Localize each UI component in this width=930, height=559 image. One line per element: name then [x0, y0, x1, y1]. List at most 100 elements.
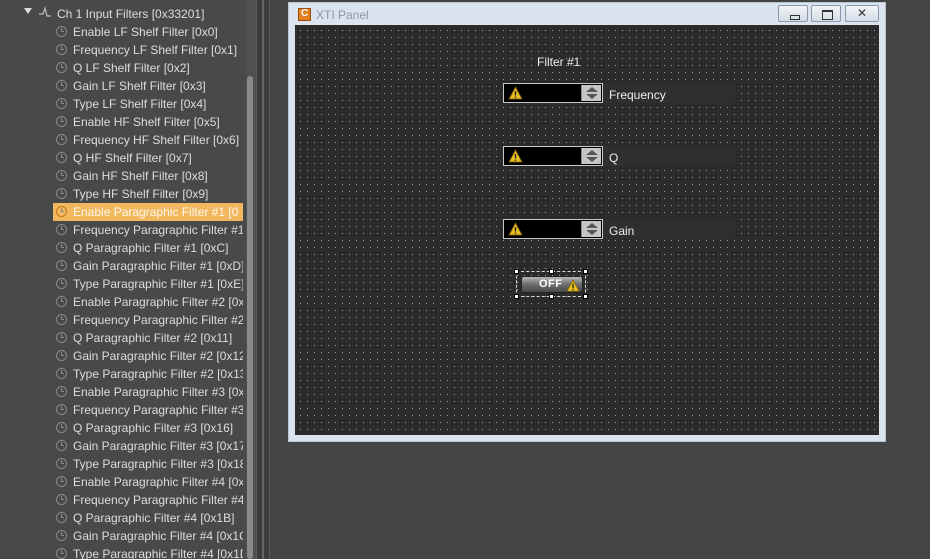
tree-item-label: Enable Paragraphic Filter #1 [0: [73, 205, 239, 219]
gauge-icon: [56, 188, 67, 199]
tree-item[interactable]: Enable Paragraphic Filter #4 [0x: [53, 473, 243, 491]
tree-scrollbar-thumb[interactable]: [247, 76, 253, 559]
tree-item[interactable]: Q Paragraphic Filter #2 [0x11]: [53, 329, 243, 347]
gauge-icon: [56, 476, 67, 487]
tree-item[interactable]: Q Paragraphic Filter #3 [0x16]: [53, 419, 243, 437]
q-spin-buttons[interactable]: [581, 148, 601, 164]
tree-item-label: Gain Paragraphic Filter #4 [0x1C: [73, 529, 243, 543]
tree-item[interactable]: Type Paragraphic Filter #1 [0xE]: [53, 275, 243, 293]
tree-item-label: Q LF Shelf Filter [0x2]: [73, 61, 190, 75]
gauge-icon: [56, 170, 67, 181]
tree-item-label: Gain Paragraphic Filter #1 [0xD]: [73, 259, 243, 273]
caret-down-icon[interactable]: [24, 8, 32, 14]
tree-item-label: Frequency Paragraphic Filter #1: [73, 223, 243, 237]
tree-item[interactable]: Frequency Paragraphic Filter #4: [53, 491, 243, 509]
tree-item[interactable]: Type Paragraphic Filter #3 [0x18: [53, 455, 243, 473]
tree-item-label: Type HF Shelf Filter [0x9]: [73, 187, 209, 201]
resize-handle[interactable]: [549, 269, 554, 274]
gauge-icon: [56, 26, 67, 37]
resize-handle[interactable]: [549, 294, 554, 299]
minimize-button[interactable]: [778, 5, 808, 22]
gauge-icon: [56, 296, 67, 307]
tree-item-label: Gain HF Shelf Filter [0x8]: [73, 169, 208, 183]
warning-icon: [508, 222, 523, 236]
tree-item[interactable]: Enable Paragraphic Filter #3 [0x: [53, 383, 243, 401]
tree-item[interactable]: Type LF Shelf Filter [0x4]: [53, 95, 243, 113]
gauge-icon: [56, 98, 67, 109]
window-titlebar[interactable]: XTI Panel: [289, 3, 885, 25]
tree-item[interactable]: Gain Paragraphic Filter #1 [0xD]: [53, 257, 243, 275]
resize-handle[interactable]: [583, 294, 588, 299]
tree-item[interactable]: Enable LF Shelf Filter [0x0]: [53, 23, 243, 41]
resize-handle[interactable]: [514, 269, 519, 274]
tree-item[interactable]: Q Paragraphic Filter #1 [0xC]: [53, 239, 243, 257]
design-canvas[interactable]: Filter #1 Frequency Q Gain OFF: [295, 25, 879, 435]
tree-item[interactable]: Enable Paragraphic Filter #2 [0xF: [53, 293, 243, 311]
tree-item[interactable]: Frequency HF Shelf Filter [0x6]: [53, 131, 243, 149]
tree-item[interactable]: Gain Paragraphic Filter #3 [0x17: [53, 437, 243, 455]
enable-toggle-button[interactable]: OFF: [521, 276, 583, 293]
tree-item[interactable]: Type Paragraphic Filter #4 [0x1D: [53, 545, 243, 559]
gauge-icon: [56, 512, 67, 523]
tree-item[interactable]: Q Paragraphic Filter #4 [0x1B]: [53, 509, 243, 527]
toggle-label: OFF: [539, 278, 563, 290]
spin-down-icon[interactable]: [586, 157, 598, 162]
gauge-icon: [56, 350, 67, 361]
tree-item[interactable]: Gain HF Shelf Filter [0x8]: [53, 167, 243, 185]
gauge-icon: [56, 62, 67, 73]
gain-label: Gain: [609, 224, 635, 238]
frequency-spin-buttons[interactable]: [581, 85, 601, 101]
gauge-icon: [56, 368, 67, 379]
filter-heading: Filter #1: [537, 55, 581, 69]
gauge-icon: [56, 206, 67, 217]
parameter-tree: Ch 1 Input Filters [0x33201] Enable LF S…: [0, 0, 246, 559]
close-button[interactable]: [845, 5, 879, 22]
tree-item-label: Q Paragraphic Filter #3 [0x16]: [73, 421, 234, 435]
tree-item[interactable]: Enable Paragraphic Filter #1 [0: [53, 203, 243, 221]
gauge-icon: [56, 458, 67, 469]
spin-up-icon[interactable]: [586, 150, 598, 155]
enable-toggle-selection[interactable]: OFF: [514, 269, 588, 299]
warning-icon: [508, 149, 523, 163]
tree-item[interactable]: Enable HF Shelf Filter [0x5]: [53, 113, 243, 131]
tree-item[interactable]: Q HF Shelf Filter [0x7]: [53, 149, 243, 167]
tree-item[interactable]: Frequency LF Shelf Filter [0x1]: [53, 41, 243, 59]
tree-item[interactable]: Frequency Paragraphic Filter #1: [53, 221, 243, 239]
tree-item[interactable]: Type HF Shelf Filter [0x9]: [53, 185, 243, 203]
q-spinbox[interactable]: [503, 146, 603, 166]
spin-up-icon[interactable]: [586, 87, 598, 92]
gauge-icon: [56, 134, 67, 145]
tree-item[interactable]: Type Paragraphic Filter #2 [0x13: [53, 365, 243, 383]
spin-down-icon[interactable]: [586, 230, 598, 235]
frequency-spinbox[interactable]: [503, 83, 603, 103]
tree-item-label: Gain Paragraphic Filter #3 [0x17: [73, 439, 243, 453]
tree-item[interactable]: Frequency Paragraphic Filter #3: [53, 401, 243, 419]
xti-panel-window: XTI Panel Filter #1 Frequency Q: [288, 2, 886, 442]
resize-handle[interactable]: [514, 294, 519, 299]
tree-item[interactable]: Frequency Paragraphic Filter #2: [53, 311, 243, 329]
tree-item-label: Type Paragraphic Filter #1 [0xE]: [73, 277, 243, 291]
tree-item[interactable]: Gain LF Shelf Filter [0x3]: [53, 77, 243, 95]
tree-item-label: Gain Paragraphic Filter #2 [0x12: [73, 349, 243, 363]
gauge-icon: [56, 152, 67, 163]
tree-group-header[interactable]: Ch 1 Input Filters [0x33201]: [0, 4, 246, 22]
gauge-icon: [56, 422, 67, 433]
tree-item-label: Type Paragraphic Filter #3 [0x18: [73, 457, 243, 471]
tree-group-label: Ch 1 Input Filters [0x33201]: [57, 7, 205, 21]
tree-item[interactable]: Q LF Shelf Filter [0x2]: [53, 59, 243, 77]
warning-icon: [508, 86, 523, 100]
window-title: XTI Panel: [316, 8, 369, 22]
warning-icon: [566, 279, 580, 292]
frequency-label: Frequency: [609, 88, 666, 102]
tree-item[interactable]: Gain Paragraphic Filter #4 [0x1C: [53, 527, 243, 545]
tree-item[interactable]: Gain Paragraphic Filter #2 [0x12: [53, 347, 243, 365]
tree-item-label: Frequency HF Shelf Filter [0x6]: [73, 133, 240, 147]
gauge-icon: [56, 440, 67, 451]
gain-spinbox[interactable]: [503, 219, 603, 239]
panel-splitter[interactable]: [256, 0, 270, 559]
gain-spin-buttons[interactable]: [581, 221, 601, 237]
spin-up-icon[interactable]: [586, 223, 598, 228]
maximize-button[interactable]: [811, 5, 841, 22]
spin-down-icon[interactable]: [586, 94, 598, 99]
resize-handle[interactable]: [583, 269, 588, 274]
